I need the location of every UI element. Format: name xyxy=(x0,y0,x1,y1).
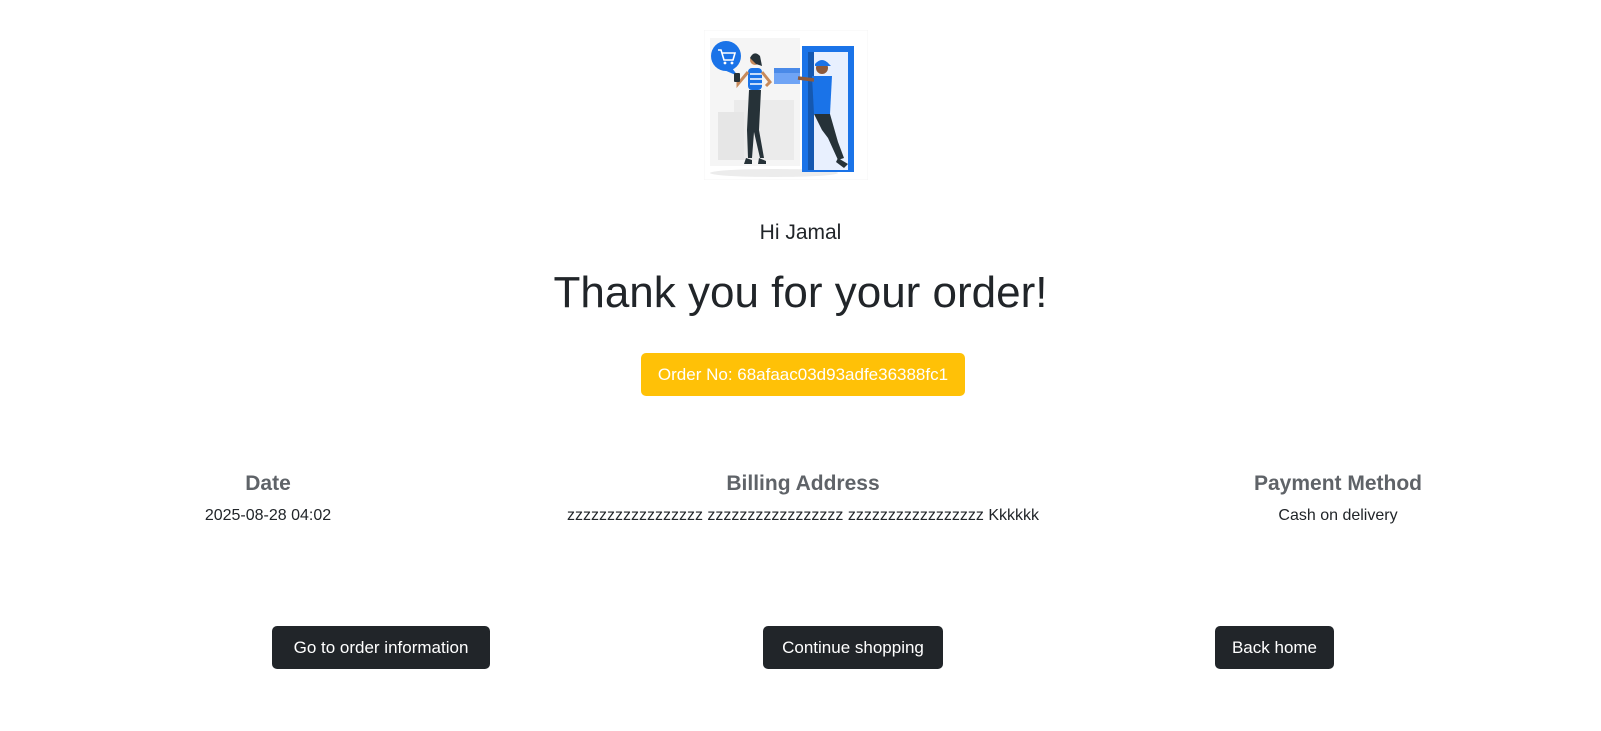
date-value: 2025-08-28 04:02 xyxy=(204,507,332,524)
delivery-illustration xyxy=(703,29,869,181)
greeting-text: Hi Jamal xyxy=(759,221,842,244)
date-section: Date 2025-08-28 04:02 xyxy=(168,470,368,526)
payment-method-section: Payment Method Cash on delivery xyxy=(1238,470,1438,526)
back-home-button[interactable]: Back home xyxy=(1215,626,1334,669)
go-to-order-information-button[interactable]: Go to order information xyxy=(272,626,490,669)
billing-address-label: Billing Address xyxy=(726,472,880,495)
order-number-badge: Order No: 68afaac03d93adfe36388fc1 xyxy=(641,353,965,396)
page-title: Thank you for your order! xyxy=(553,268,1048,317)
payment-method-label: Payment Method xyxy=(1253,472,1423,495)
continue-shopping-button[interactable]: Continue shopping xyxy=(763,626,943,669)
billing-address-section: Billing Address zzzzzzzzzzzzzzzzz zzzzzz… xyxy=(553,470,1053,526)
date-label: Date xyxy=(245,472,291,495)
billing-address-value: zzzzzzzzzzzzzzzzz zzzzzzzzzzzzzzzzz zzzz… xyxy=(566,507,1039,524)
payment-method-value: Cash on delivery xyxy=(1278,507,1398,524)
